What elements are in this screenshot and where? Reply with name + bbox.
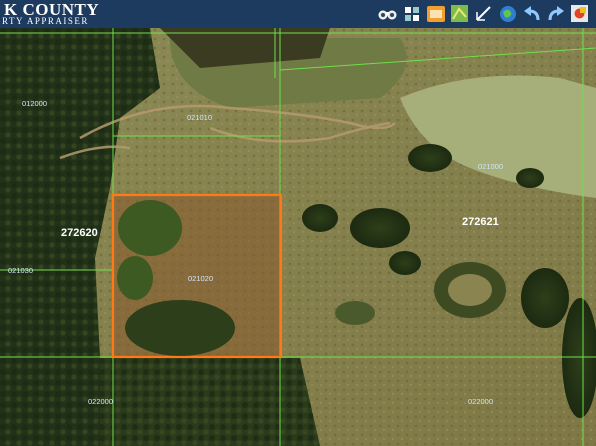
parcel-id-272621: 272621 <box>462 216 499 228</box>
parcel-id-272620: 272620 <box>61 227 98 239</box>
tree-patch-2 <box>302 204 338 232</box>
globe-icon <box>499 5 516 22</box>
photo-icon <box>426 5 445 22</box>
binoculars-icon <box>378 10 397 19</box>
lot-label-021010: 021010 <box>187 113 212 122</box>
redo-tool[interactable] <box>545 3 566 24</box>
map-toolbar <box>377 3 590 24</box>
map-icon <box>451 5 468 22</box>
layers-tool[interactable] <box>401 3 422 24</box>
lot-label-021030: 021030 <box>8 266 33 275</box>
print-icon <box>571 5 588 22</box>
tree-patch-1 <box>350 208 410 248</box>
tree-patch-4 <box>521 268 569 328</box>
map-tool[interactable] <box>449 3 470 24</box>
forest-south-texture <box>100 358 320 446</box>
undo-icon <box>523 5 539 20</box>
aerial-map[interactable]: 272620 272621 021010 012000 021000 02103… <box>0 28 596 446</box>
lot-label-022000-west: 022000 <box>88 397 113 406</box>
layers-grid-icon <box>404 6 419 21</box>
print-tool[interactable] <box>569 3 590 24</box>
measure-icon <box>476 6 491 21</box>
lot-label-021020: 021020 <box>188 274 213 283</box>
app-header: K COUNTY RTY APPRAISER <box>0 0 596 28</box>
tree-patch-9 <box>335 301 375 325</box>
undo-tool[interactable] <box>521 3 542 24</box>
binoculars-tool[interactable] <box>377 3 398 24</box>
measure-tool[interactable] <box>473 3 494 24</box>
tree-patch-8 <box>389 251 421 275</box>
lot-label-012000: 012000 <box>22 99 47 108</box>
tree-patch-3-center <box>448 274 492 306</box>
lot-label-022000: 022000 <box>468 397 493 406</box>
tree-patch-5 <box>408 144 452 172</box>
parcel-trees-b <box>125 300 235 356</box>
tree-patch-6 <box>516 168 544 188</box>
globe-tool[interactable] <box>497 3 518 24</box>
county-subtitle: RTY APPRAISER <box>2 16 89 26</box>
parcel-trees-a <box>118 200 182 256</box>
parcel-trees-c <box>117 256 153 300</box>
photo-tool[interactable] <box>425 3 446 24</box>
lot-label-021000: 021000 <box>478 162 503 171</box>
redo-icon <box>548 5 564 20</box>
